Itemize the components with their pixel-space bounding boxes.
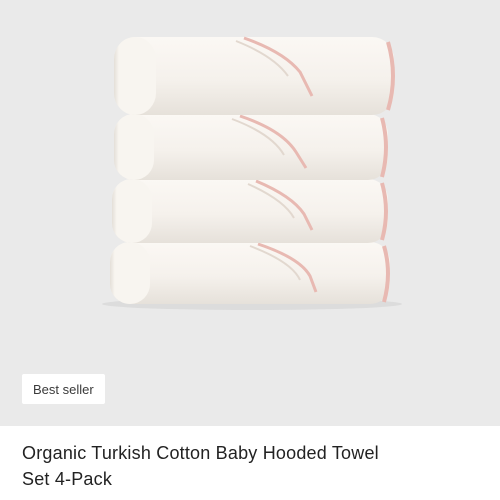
best-seller-badge: Best seller xyxy=(22,374,105,404)
product-image[interactable]: Best seller xyxy=(0,0,500,426)
product-title-link[interactable]: Organic Turkish Cotton Baby Hooded Towel… xyxy=(22,440,482,492)
product-card[interactable]: Best seller Organic Turkish Cotton Baby … xyxy=(0,0,500,500)
product-title-line-1: Organic Turkish Cotton Baby Hooded Towel xyxy=(22,443,379,463)
badge-label: Best seller xyxy=(33,381,94,397)
towel-3 xyxy=(112,179,388,243)
towel-4 xyxy=(110,242,390,304)
towel-stack-illustration xyxy=(102,36,402,310)
product-title-line-2: Set 4-Pack xyxy=(22,469,113,489)
towel-2 xyxy=(114,114,388,180)
towel-1 xyxy=(114,36,395,115)
